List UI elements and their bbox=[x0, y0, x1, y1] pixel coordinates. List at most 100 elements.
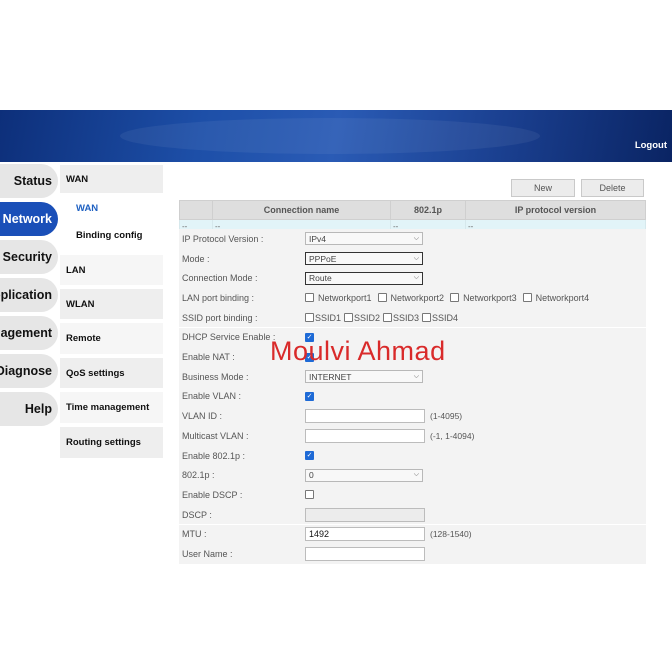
new-button[interactable]: New bbox=[511, 179, 575, 197]
option-label: Networkport3 bbox=[463, 292, 517, 303]
enable-vlan-checkbox[interactable]: ✓ bbox=[305, 391, 314, 401]
ip-version-select[interactable]: IPv4 ⌵ bbox=[305, 232, 423, 246]
dscp-input[interactable] bbox=[305, 507, 425, 522]
ssid3-checkbox[interactable] bbox=[383, 313, 393, 323]
option-label: Networkport2 bbox=[390, 292, 445, 303]
option-label: SSID4 bbox=[432, 312, 459, 323]
field-label: 802.1p : bbox=[179, 465, 302, 486]
table-header bbox=[179, 200, 213, 220]
ssid4-checkbox[interactable] bbox=[422, 313, 432, 323]
field-label: DSCP : bbox=[179, 504, 302, 525]
table-header: IP protocol version bbox=[465, 200, 646, 220]
8021p-select[interactable]: 0 ⌵ bbox=[305, 468, 423, 482]
submenu-wlan[interactable]: WLAN bbox=[60, 289, 163, 319]
option-label: Networkport4 bbox=[535, 292, 590, 303]
networkport3-checkbox[interactable] bbox=[450, 293, 460, 303]
enable-8021p-checkbox[interactable]: ✓ bbox=[305, 451, 314, 461]
field-hint: (-1, 1-4094) bbox=[430, 430, 475, 441]
form-row-lan-binding: LAN port binding : Networkport1 Networkp… bbox=[179, 288, 646, 308]
form-row-mtu: MTU : 1492 (128-1540) bbox=[179, 524, 646, 545]
enable-dscp-checkbox[interactable] bbox=[305, 490, 314, 500]
field-hint: (1-4095) bbox=[430, 411, 463, 422]
logout-link[interactable]: Logout bbox=[635, 140, 667, 151]
tab-diagnose[interactable]: Diagnose bbox=[0, 354, 58, 388]
submenu-wan-selected[interactable]: WAN bbox=[60, 195, 163, 221]
connection-mode-select[interactable]: Route ⌵ bbox=[305, 271, 423, 285]
mtu-input[interactable]: 1492 bbox=[305, 527, 425, 542]
form-row-business-mode: Business Mode : INTERNET ⌵ bbox=[179, 366, 646, 387]
submenu-remote[interactable]: Remote bbox=[60, 323, 163, 354]
watermark-text: Moulvi Ahmad bbox=[270, 336, 446, 366]
field-label: MTU : bbox=[179, 524, 302, 545]
submenu-routing[interactable]: Routing settings bbox=[60, 427, 163, 458]
submenu-lan[interactable]: LAN bbox=[60, 255, 163, 285]
select-value: IPv4 bbox=[309, 233, 327, 244]
form-row-vlan-id: VLAN ID : (1-4095) bbox=[179, 406, 646, 426]
tab-security[interactable]: Security bbox=[0, 240, 58, 274]
tab-label: Management bbox=[0, 326, 52, 340]
submenu-time[interactable]: Time management bbox=[60, 392, 163, 423]
tab-management[interactable]: Management bbox=[0, 316, 58, 350]
ssid1-checkbox[interactable] bbox=[305, 313, 314, 323]
form-row-enable-8021p: Enable 802.1p : ✓ bbox=[179, 445, 646, 466]
field-hint: (128-1540) bbox=[430, 529, 472, 540]
chevron-down-icon: ⌵ bbox=[413, 274, 419, 282]
mode-select[interactable]: PPPoE ⌵ bbox=[305, 252, 423, 266]
field-label: Business Mode : bbox=[179, 366, 302, 387]
form-row-mode: Mode : PPPoE ⌵ bbox=[179, 248, 646, 269]
table-header: 802.1p bbox=[390, 200, 466, 220]
option-label: SSID1 bbox=[315, 312, 342, 323]
tab-label: Application bbox=[0, 288, 52, 302]
form-row-connection-mode: Connection Mode : Route ⌵ bbox=[179, 268, 646, 289]
field-label: Connection Mode : bbox=[179, 268, 302, 289]
form-row-multicast-vlan: Multicast VLAN : (-1, 1-4094) bbox=[179, 426, 646, 446]
form-row-dscp: DSCP : bbox=[179, 504, 646, 525]
banner-decoration bbox=[120, 118, 540, 154]
chevron-down-icon: ⌵ bbox=[413, 234, 419, 242]
field-label: Mode : bbox=[179, 248, 302, 269]
business-mode-select[interactable]: INTERNET ⌵ bbox=[305, 370, 423, 384]
submenu-binding-config[interactable]: Binding config bbox=[60, 221, 163, 249]
vlan-id-input[interactable] bbox=[305, 409, 425, 424]
field-label: SSID port binding : bbox=[179, 307, 302, 328]
chevron-down-icon: ⌵ bbox=[413, 372, 419, 380]
field-label: VLAN ID : bbox=[179, 406, 302, 426]
submenu-wan[interactable]: WAN bbox=[60, 165, 163, 193]
table-header: Connection name bbox=[212, 200, 391, 220]
option-label: Networkport1 bbox=[318, 292, 372, 303]
delete-button[interactable]: Delete bbox=[581, 179, 644, 197]
check-icon: ✓ bbox=[306, 452, 313, 460]
tab-help[interactable]: Help bbox=[0, 392, 58, 426]
tab-label: Network bbox=[2, 212, 52, 226]
form-row-enable-dscp: Enable DSCP : bbox=[179, 485, 646, 505]
field-label: Enable VLAN : bbox=[179, 386, 302, 407]
networkport1-checkbox[interactable] bbox=[305, 293, 314, 303]
ssid2-checkbox[interactable] bbox=[344, 313, 354, 323]
tab-application[interactable]: Application bbox=[0, 278, 58, 312]
select-value: PPPoE bbox=[309, 253, 337, 264]
form-row-vlan: Enable VLAN : ✓ bbox=[179, 386, 646, 407]
form-row-username: User Name : bbox=[179, 544, 646, 564]
tab-status[interactable]: Status bbox=[0, 164, 58, 198]
field-label: Enable DSCP : bbox=[179, 485, 302, 505]
form-row-8021p: 802.1p : 0 ⌵ bbox=[179, 465, 646, 486]
field-label: User Name : bbox=[179, 544, 302, 564]
field-label: Enable 802.1p : bbox=[179, 445, 302, 466]
chevron-down-icon: ⌵ bbox=[413, 254, 419, 262]
select-value: INTERNET bbox=[309, 371, 352, 382]
multicast-vlan-input[interactable] bbox=[305, 428, 425, 443]
tab-label: Help bbox=[24, 402, 52, 416]
select-value: Route bbox=[309, 273, 332, 284]
form-row-ip-version: IP Protocol Version : IPv4 ⌵ bbox=[179, 229, 646, 249]
submenu-qos[interactable]: QoS settings bbox=[60, 358, 163, 388]
field-label: IP Protocol Version : bbox=[179, 229, 302, 249]
tab-network[interactable]: Network bbox=[0, 202, 58, 236]
select-value: 0 bbox=[309, 470, 314, 481]
tab-label: Security bbox=[2, 250, 52, 264]
networkport4-checkbox[interactable] bbox=[522, 293, 532, 303]
username-input[interactable] bbox=[305, 547, 425, 562]
networkport2-checkbox[interactable] bbox=[377, 293, 387, 303]
field-label: LAN port binding : bbox=[179, 288, 302, 308]
option-label: SSID3 bbox=[393, 312, 420, 323]
header-banner: Logout bbox=[0, 110, 672, 162]
